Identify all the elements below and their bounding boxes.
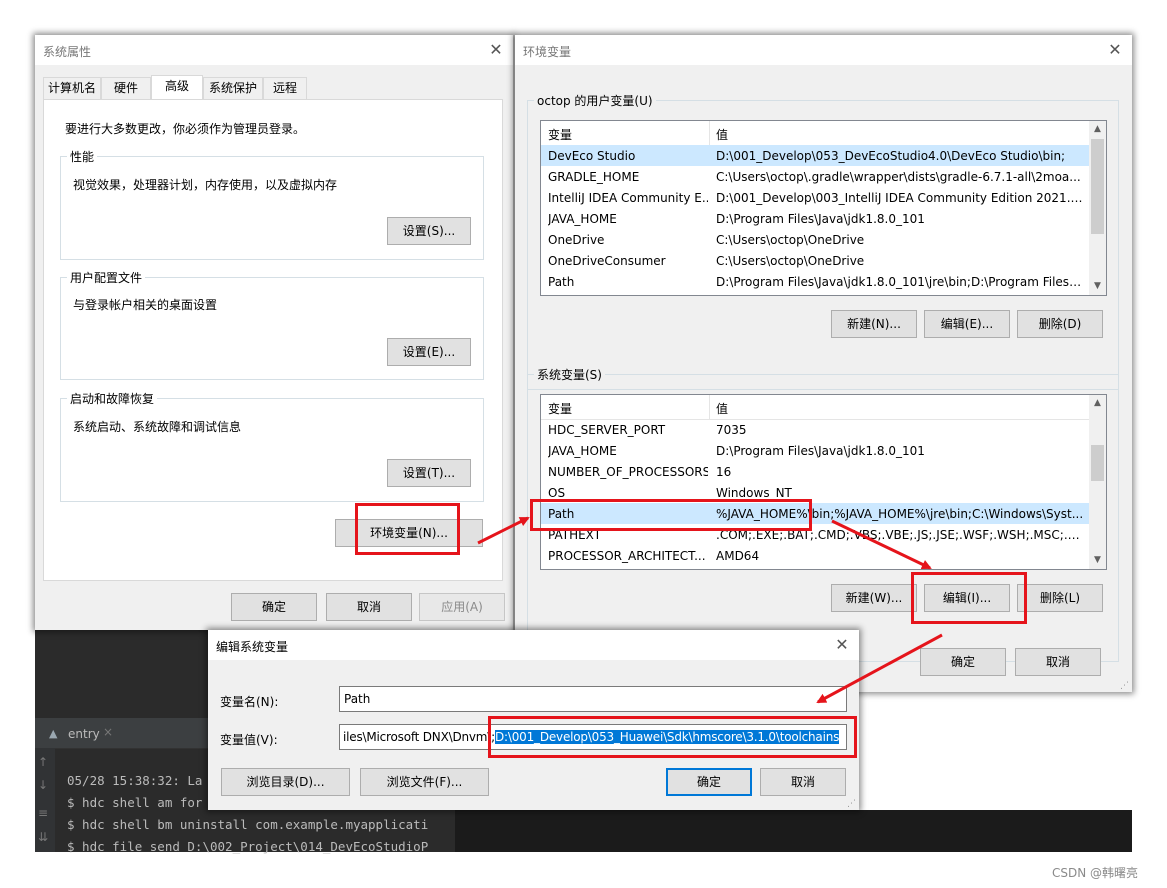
- annotation-arrows: [477, 516, 943, 704]
- arrow-edit-to-value: [816, 633, 943, 704]
- watermark: CSDN @韩曙亮: [1052, 866, 1139, 880]
- arrow-path-to-edit: [831, 519, 932, 570]
- arrow-env-to-path: [477, 516, 530, 545]
